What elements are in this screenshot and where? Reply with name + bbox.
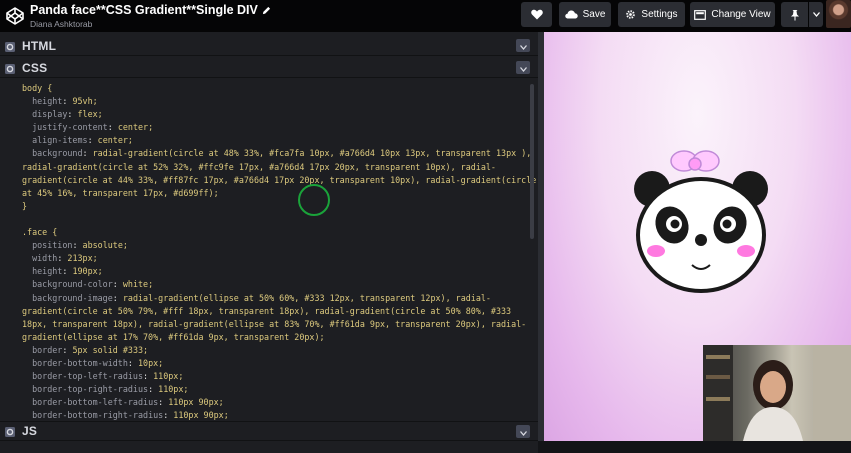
left-pupil [670, 219, 680, 229]
panda-nose [695, 234, 707, 246]
codepen-logo-icon[interactable] [4, 5, 26, 27]
layout-icon [694, 9, 707, 20]
code-line: gradient(circle at 44% 33%, #ff87fc 17px… [22, 174, 537, 185]
code-line: body { [22, 83, 53, 93]
code-line: border-bottom-left-radius: 110px 90px; [32, 397, 224, 408]
code-line: 18px, transparent 18px), radial-gradient… [22, 318, 527, 329]
code-line: align-items: center; [32, 135, 133, 146]
user-avatar[interactable] [826, 0, 851, 28]
code-line: position: absolute; [32, 240, 128, 251]
settings-label: Settings [641, 9, 678, 20]
code-line: width: 213px; [32, 253, 98, 264]
css-pane-label: CSS [22, 60, 48, 75]
code-line: .face { [22, 227, 58, 238]
css-code-text[interactable]: body { height: 95vh; display: flex; just… [22, 82, 536, 422]
code-line: border-top-right-radius: 110px; [32, 384, 189, 395]
code-line: background-color: white; [32, 279, 154, 290]
code-line: border: 5px solid #333; [32, 344, 149, 355]
code-line: border-top-left-radius: 110px; [32, 371, 184, 382]
gear-icon [625, 9, 636, 20]
code-line: radial-gradient(circle at 52% 32%, #ffc9… [22, 161, 496, 172]
js-pane-label: JS [22, 424, 38, 438]
code-line: height: 190px; [32, 266, 103, 277]
webcam-overlay [703, 345, 851, 441]
css-pane-header[interactable]: CSS [0, 58, 538, 78]
code-line: gradient(circle at 50% 79%, #fff 18px, t… [22, 305, 512, 316]
change-view-label: Change View [711, 9, 771, 20]
settings-button[interactable]: Settings [618, 2, 685, 27]
editor-column: HTML CSS body { height: 95vh; display: f… [0, 32, 538, 453]
pen-author[interactable]: Diana Ashktorab [30, 19, 271, 29]
js-pane-header[interactable]: JS [0, 421, 538, 441]
like-button[interactable] [521, 2, 552, 27]
heart-icon [530, 9, 543, 20]
right-pupil [722, 219, 732, 229]
code-line: gradient(ellipse at 17% 70%, #ff61da 9px… [22, 331, 325, 342]
pin-dropdown-button[interactable] [809, 2, 823, 27]
code-line: display: flex; [32, 109, 103, 120]
code-line: border-bottom-width: 10px; [32, 357, 164, 368]
save-button[interactable]: Save [559, 2, 611, 27]
chevron-down-icon [812, 12, 820, 17]
editor-scrollbar[interactable] [530, 84, 534, 239]
right-cheek [737, 245, 755, 257]
chevron-down-icon [519, 59, 527, 77]
panda-face-drawing [634, 150, 768, 293]
change-view-button[interactable]: Change View [690, 2, 775, 27]
code-line: height: 95vh; [32, 96, 98, 107]
line-number-gutter [0, 78, 16, 453]
pen-title-block: Panda face**CSS Gradient**Single DIV Dia… [30, 4, 271, 28]
mouse-cursor-highlight [298, 184, 330, 216]
html-pane-label: HTML [22, 38, 57, 53]
code-line: justify-content: center; [32, 122, 154, 133]
code-line: at 45% 16%, transparent 17px, #d699ff); [22, 187, 219, 198]
pen-title[interactable]: Panda face**CSS Gradient**Single DIV [30, 4, 258, 17]
pin-icon [790, 9, 800, 21]
css-code-editor[interactable]: body { height: 95vh; display: flex; just… [0, 78, 538, 453]
save-label: Save [582, 9, 606, 20]
code-line: background-image: radial-gradient(ellips… [32, 292, 491, 303]
code-line: } [22, 200, 28, 211]
pin-button[interactable] [781, 2, 808, 27]
code-line: background: radial-gradient(circle at 48… [32, 148, 532, 159]
html-settings-icon[interactable] [4, 40, 16, 52]
chevron-down-icon [519, 37, 527, 55]
html-pane-header[interactable]: HTML [0, 36, 538, 56]
pencil-icon[interactable] [262, 6, 271, 15]
css-settings-icon[interactable] [4, 62, 16, 74]
js-collapse-toggle[interactable] [516, 425, 530, 438]
css-collapse-toggle[interactable] [516, 61, 530, 74]
top-bar: Panda face**CSS Gradient**Single DIV Dia… [0, 0, 851, 32]
html-collapse-toggle[interactable] [516, 39, 530, 52]
cloud-icon [564, 10, 578, 19]
bow-center [688, 157, 702, 171]
left-cheek [647, 245, 665, 257]
chevron-down-icon [519, 423, 527, 441]
js-settings-icon[interactable] [4, 425, 16, 437]
